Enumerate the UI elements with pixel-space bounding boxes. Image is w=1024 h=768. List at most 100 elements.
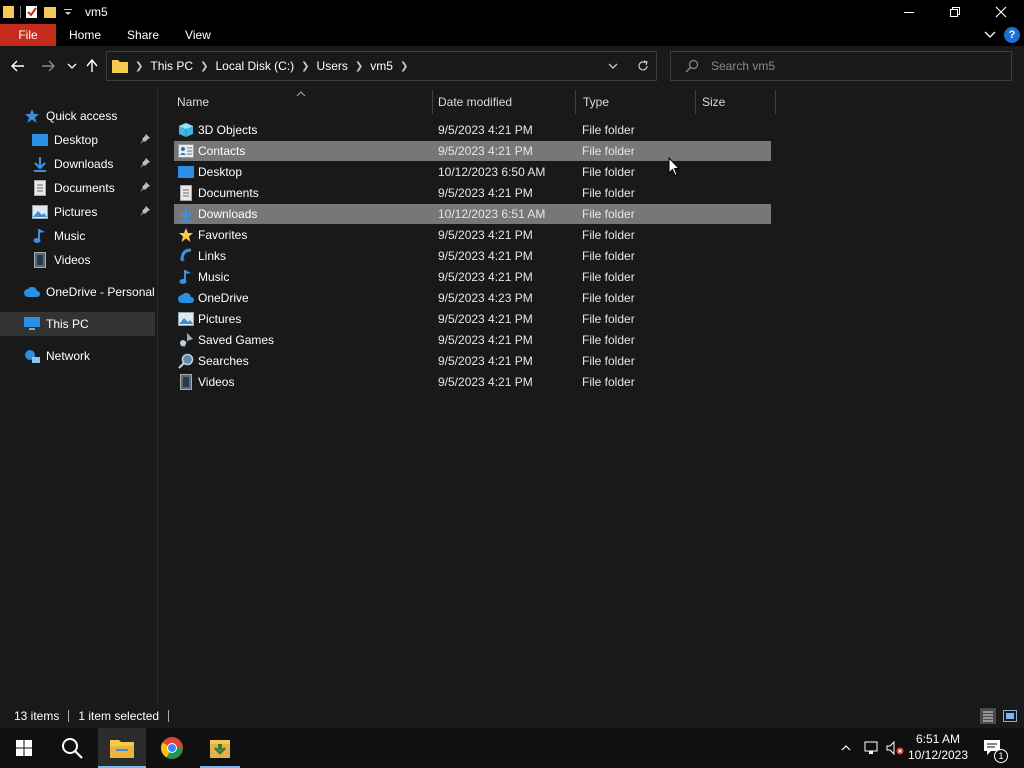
chevron-right-icon[interactable]: ❯ [355, 61, 363, 72]
file-row-searches[interactable]: Searches 9/5/2023 4:21 PM File folder [174, 351, 771, 371]
breadcrumb-this-pc[interactable]: This PC [150, 59, 193, 73]
details-view-button[interactable] [980, 708, 996, 724]
refresh-button[interactable] [631, 52, 655, 80]
chevron-right-icon[interactable]: ❯ [135, 61, 143, 72]
network-status-icon[interactable] [860, 728, 882, 768]
chevron-right-icon[interactable]: ❯ [301, 61, 309, 72]
pin-icon[interactable] [139, 181, 151, 193]
sidebar-item-downloads[interactable]: Downloads [0, 152, 155, 176]
search-icon [178, 353, 194, 369]
taskbar-archive-app[interactable] [196, 728, 244, 768]
minimize-button[interactable] [886, 0, 932, 24]
address-bar[interactable]: ❯ This PC ❯ Local Disk (C:) ❯ Users ❯ vm… [106, 51, 657, 81]
chevron-right-icon[interactable]: ❯ [200, 61, 208, 72]
file-row-onedrive[interactable]: OneDrive 9/5/2023 4:23 PM File folder [174, 288, 771, 308]
pin-icon[interactable] [139, 157, 151, 169]
pin-icon[interactable] [139, 205, 151, 217]
column-header-type[interactable]: Type [583, 90, 693, 114]
sidebar-item-network[interactable]: Network [0, 344, 155, 368]
file-row-saved-games[interactable]: Saved Games 9/5/2023 4:21 PM File folder [174, 330, 771, 350]
notifications-button[interactable]: 1 [980, 728, 1008, 768]
expand-ribbon-button[interactable] [982, 27, 998, 43]
sidebar-item-videos[interactable]: Videos [0, 248, 155, 272]
search-button[interactable] [48, 728, 96, 768]
file-row-3d-objects[interactable]: 3D Objects 9/5/2023 4:21 PM File folder [174, 120, 771, 140]
taskbar-file-explorer[interactable] [98, 728, 146, 768]
desktop-icon [32, 132, 48, 148]
tab-view[interactable]: View [172, 24, 224, 46]
sidebar-item-label: OneDrive - Personal [46, 285, 155, 299]
back-button[interactable] [8, 56, 28, 76]
breadcrumb-vm5[interactable]: vm5 [370, 59, 393, 73]
cloud-icon [178, 290, 194, 306]
customize-toolbar-icon[interactable] [61, 5, 75, 19]
show-hidden-icons-button[interactable] [836, 728, 856, 768]
file-type: File folder [582, 144, 635, 158]
search-input[interactable] [711, 59, 991, 73]
clock[interactable]: 6:51 AM 10/12/2023 [900, 731, 976, 763]
column-header-name[interactable]: Name [177, 90, 431, 114]
file-date: 9/5/2023 4:23 PM [438, 291, 533, 305]
sidebar-item-this-pc[interactable]: This PC [0, 312, 155, 336]
recent-locations-button[interactable] [62, 56, 82, 76]
contacts-icon [178, 143, 194, 159]
up-button[interactable] [82, 56, 102, 76]
large-icons-view-button[interactable] [1002, 708, 1018, 724]
star-icon [24, 108, 40, 124]
file-row-videos[interactable]: Videos 9/5/2023 4:21 PM File folder [174, 372, 771, 392]
sidebar-item-label: Pictures [54, 205, 98, 219]
address-history-button[interactable] [601, 52, 625, 80]
close-button[interactable] [978, 0, 1024, 24]
pin-icon[interactable] [139, 133, 151, 145]
tab-file[interactable]: File [0, 24, 56, 46]
new-folder-icon[interactable] [43, 5, 57, 19]
file-name: Desktop [198, 165, 243, 179]
column-divider[interactable] [575, 90, 576, 114]
3d-objects-icon [178, 122, 194, 138]
start-button[interactable] [0, 728, 48, 768]
column-divider[interactable] [432, 90, 433, 114]
file-row-downloads[interactable]: Downloads 10/12/2023 6:51 AM File folder [174, 204, 771, 224]
notification-badge: 1 [994, 749, 1008, 763]
file-type: File folder [582, 291, 635, 305]
tab-share[interactable]: Share [114, 24, 172, 46]
help-icon[interactable]: ? [1004, 27, 1020, 43]
file-type: File folder [582, 312, 635, 326]
file-name: Saved Games [198, 333, 275, 347]
forward-button[interactable] [38, 56, 58, 76]
file-row-links[interactable]: Links 9/5/2023 4:21 PM File folder [174, 246, 771, 266]
file-row-music[interactable]: Music 9/5/2023 4:21 PM File folder [174, 267, 771, 287]
column-header-date[interactable]: Date modified [438, 90, 574, 114]
sidebar-item-quick-access[interactable]: Quick access [0, 104, 155, 128]
breadcrumb-users[interactable]: Users [317, 59, 348, 73]
breadcrumb-local-disk[interactable]: Local Disk (C:) [215, 59, 294, 73]
file-row-desktop[interactable]: Desktop 10/12/2023 6:50 AM File folder [174, 162, 771, 182]
file-date: 9/5/2023 4:21 PM [438, 123, 533, 137]
restore-button[interactable] [932, 0, 978, 24]
tab-home[interactable]: Home [56, 24, 114, 46]
file-row-contacts[interactable]: Contacts 9/5/2023 4:21 PM File folder [174, 141, 771, 161]
file-name: Pictures [198, 312, 242, 326]
selection-count: 1 item selected [78, 709, 160, 723]
file-row-documents[interactable]: Documents 9/5/2023 4:21 PM File folder [174, 183, 771, 203]
sidebar-item-onedrive[interactable]: OneDrive - Personal [0, 280, 155, 304]
taskbar-chrome[interactable] [148, 728, 196, 768]
column-divider[interactable] [775, 90, 776, 114]
file-row-pictures[interactable]: Pictures 9/5/2023 4:21 PM File folder [174, 309, 771, 329]
file-name: Favorites [198, 228, 248, 242]
sidebar-item-desktop[interactable]: Desktop [0, 128, 155, 152]
sidebar-item-music[interactable]: Music [0, 224, 155, 248]
desktop-icon [178, 164, 194, 180]
search-box[interactable] [670, 51, 1012, 81]
column-header-size[interactable]: Size [702, 90, 772, 114]
properties-icon[interactable] [25, 5, 39, 19]
chevron-right-icon[interactable]: ❯ [400, 61, 408, 72]
sidebar-item-pictures[interactable]: Pictures [0, 200, 155, 224]
file-name: Downloads [198, 207, 258, 221]
ribbon-tabs: File Home Share View ? [0, 24, 1024, 46]
column-divider[interactable] [695, 90, 696, 114]
file-row-favorites[interactable]: Favorites 9/5/2023 4:21 PM File folder [174, 225, 771, 245]
sidebar-item-documents[interactable]: Documents [0, 176, 155, 200]
pane-divider[interactable] [157, 88, 158, 704]
file-date: 10/12/2023 6:51 AM [438, 207, 546, 221]
